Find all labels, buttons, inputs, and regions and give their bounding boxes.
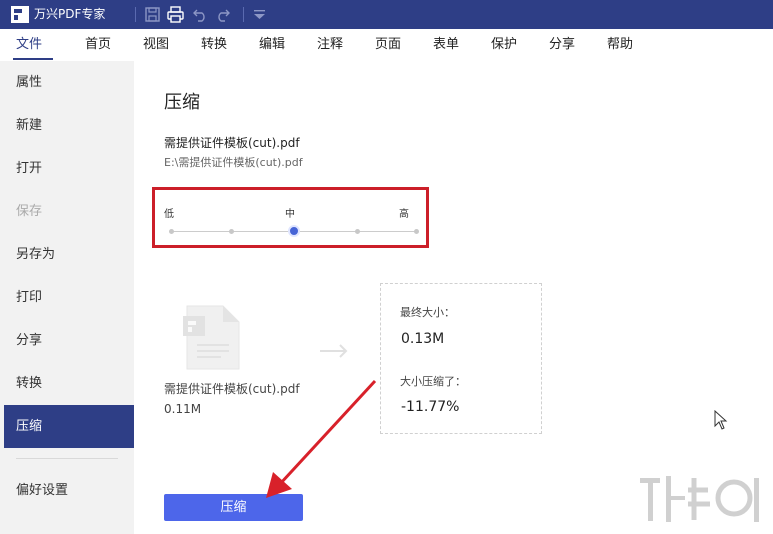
menu-home[interactable]: 首页 [85,37,111,53]
final-size-value: 0.13M [401,331,445,347]
slider-stop[interactable] [355,229,360,234]
menu-share[interactable]: 分享 [549,37,575,53]
file-path: E:\需提供证件模板(cut).pdf [164,156,303,169]
sidebar-item-convert[interactable]: 转换 [0,362,134,405]
menu-view[interactable]: 视图 [143,37,169,53]
save-icon[interactable] [144,6,161,23]
title-bar: 万兴PDF专家 [0,0,773,29]
sidebar-item-new[interactable]: 新建 [0,104,134,147]
sidebar: 属性 新建 打开 保存 另存为 打印 分享 转换 压缩 偏好设置 [0,61,134,534]
redo-icon[interactable] [214,6,231,23]
menu-file[interactable]: 文件 [16,37,42,53]
sidebar-item-open[interactable]: 打开 [0,147,134,190]
menu-edit[interactable]: 编辑 [259,37,285,53]
watermark-logo [640,476,759,522]
compress-panel: 压缩 需提供证件模板(cut).pdf E:\需提供证件模板(cut).pdf … [134,61,773,534]
sidebar-item-compress[interactable]: 压缩 [4,405,134,448]
sidebar-divider [16,458,118,459]
original-file-name: 需提供证件模板(cut).pdf [164,382,300,396]
compress-button[interactable]: 压缩 [164,494,303,521]
sidebar-item-properties[interactable]: 属性 [0,61,134,104]
sidebar-item-print[interactable]: 打印 [0,276,134,319]
menu-form[interactable]: 表单 [433,37,459,53]
app-logo-icon [11,6,29,23]
print-icon[interactable] [167,6,184,23]
toolbar-divider [243,7,244,22]
level-high-label[interactable]: 高 [399,205,409,220]
file-name: 需提供证件模板(cut).pdf [164,136,300,150]
sidebar-item-save-as[interactable]: 另存为 [0,233,134,276]
toolbar-divider [135,7,136,22]
page-title: 压缩 [164,92,200,113]
slider-stop[interactable] [229,229,234,234]
app-title: 万兴PDF专家 [34,7,106,21]
compression-ratio-value: -11.77% [401,399,460,415]
menu-annotate[interactable]: 注释 [317,37,343,53]
compression-slider-knob[interactable] [288,225,300,237]
compression-ratio-label: 大小压缩了： [400,375,466,388]
level-low-label[interactable]: 低 [164,205,174,220]
slider-stop[interactable] [169,229,174,234]
menu-page[interactable]: 页面 [375,37,401,53]
dropdown-icon[interactable] [251,6,268,23]
sidebar-item-share[interactable]: 分享 [0,319,134,362]
menu-protect[interactable]: 保护 [491,37,517,53]
active-menu-indicator [13,58,53,60]
arrow-right-icon [320,344,348,358]
slider-stop[interactable] [414,229,419,234]
undo-icon[interactable] [192,6,209,23]
menu-convert[interactable]: 转换 [201,37,227,53]
sidebar-item-save: 保存 [16,204,43,219]
mouse-cursor-icon [714,410,728,430]
sidebar-item-preferences[interactable]: 偏好设置 [0,469,134,512]
level-mid-label[interactable]: 中 [285,205,295,220]
pdf-document-icon [183,305,240,370]
menu-bar: 文件 首页 视图 转换 编辑 注释 页面 表单 保护 分享 帮助 [0,29,773,61]
final-size-label: 最终大小： [400,306,455,319]
menu-help[interactable]: 帮助 [607,37,633,53]
original-file-size: 0.11M [164,402,202,416]
